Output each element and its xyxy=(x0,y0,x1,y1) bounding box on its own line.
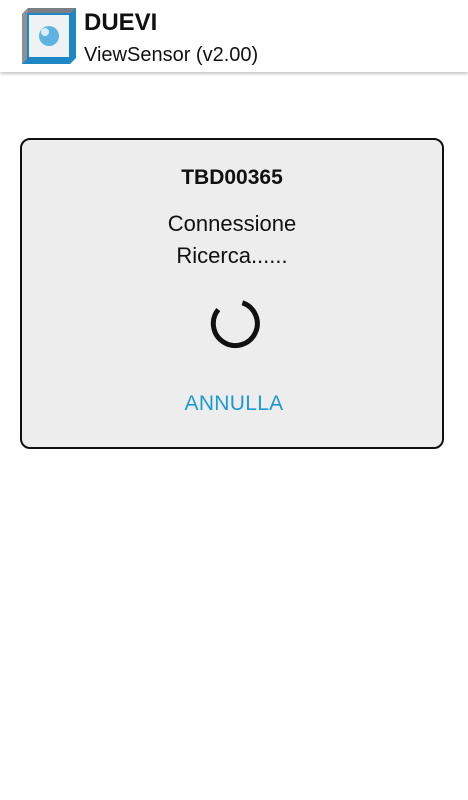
app-bar: DUEVI ViewSensor (v2.00) xyxy=(0,0,468,72)
cancel-button[interactable]: ANNULLA xyxy=(154,384,314,424)
device-name: TBD00365 xyxy=(181,166,283,189)
duevi-logo-icon xyxy=(22,8,76,64)
status-searching: Ricerca...... xyxy=(176,243,288,268)
connection-dialog: TBD00365 Connessione Ricerca...... ANNUL… xyxy=(20,138,444,449)
loading-spinner-icon xyxy=(210,300,260,349)
app-subtitle: ViewSensor (v2.00) xyxy=(84,44,259,66)
status-connection: Connessione xyxy=(167,211,297,236)
app-title: DUEVI xyxy=(84,9,158,36)
